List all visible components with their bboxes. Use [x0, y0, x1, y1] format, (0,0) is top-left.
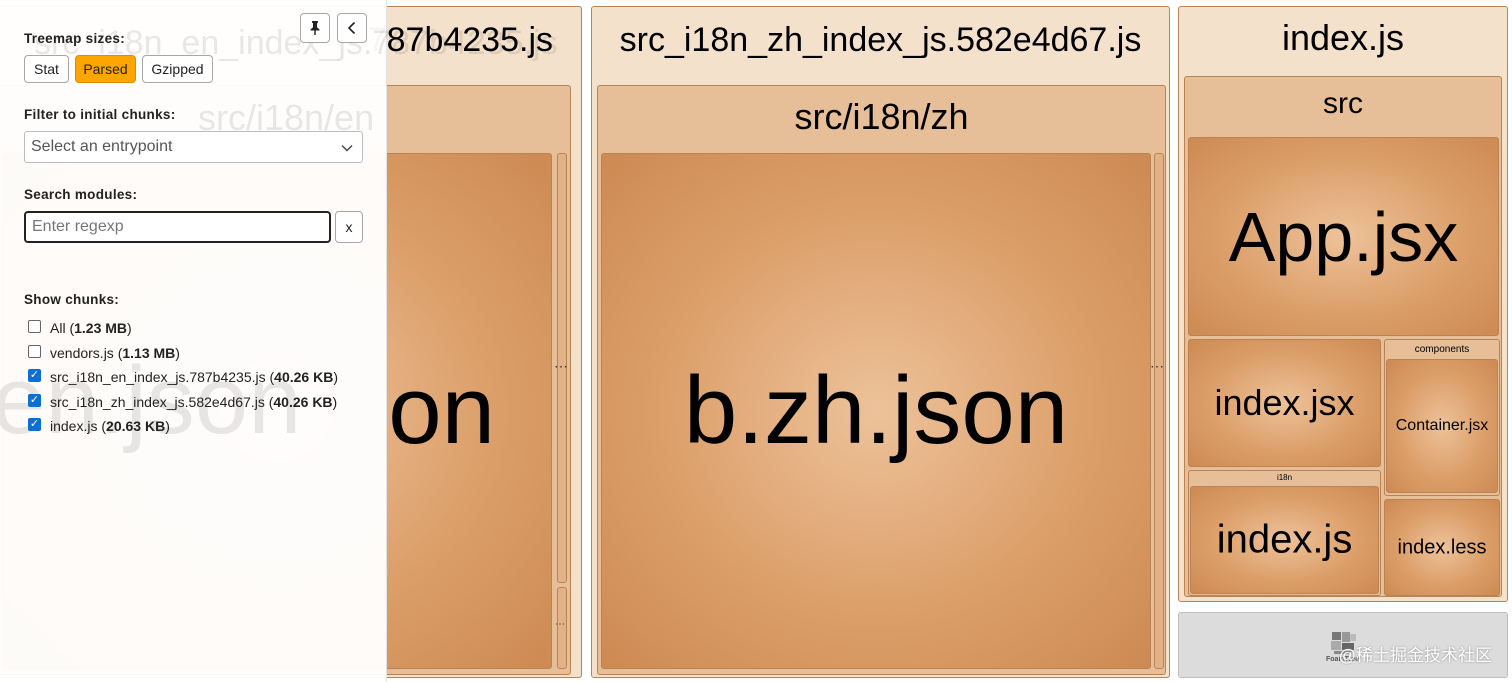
- show-chunks-label: Show chunks:: [24, 292, 120, 307]
- chunk-zh[interactable]: src_i18n_zh_index_js.582e4d67.js src/i18…: [591, 6, 1170, 678]
- folder-i18n[interactable]: i18n index.js: [1188, 470, 1381, 596]
- file-index-jsx-label: index.jsx: [1214, 382, 1355, 423]
- filter-label: Filter to initial chunks:: [24, 107, 176, 122]
- chunk-row-zh[interactable]: ✓ src_i18n_zh_index_js.582e4d67.js (40.2…: [28, 392, 337, 412]
- folder-zh-label: src/i18n/zh: [794, 96, 969, 137]
- checkbox-checked[interactable]: ✓: [28, 368, 41, 382]
- size-gzipped-button[interactable]: Gzipped: [142, 55, 213, 83]
- checkbox-checked[interactable]: ✓: [28, 417, 41, 431]
- sidebar: src_i18n_en_index_js.787b4235.js src/i18…: [0, 0, 558, 682]
- file-index-less-label: index.less: [1397, 536, 1487, 558]
- chunk-name: vendors.js: [50, 345, 114, 361]
- chevron-down-icon: [341, 145, 353, 152]
- chunk-size: 40.26 KB: [273, 394, 333, 410]
- file-app-jsx-label: App.jsx: [1228, 197, 1459, 276]
- more-dots: ⋯: [554, 358, 569, 374]
- small-module[interactable]: [1154, 153, 1164, 669]
- folder-components-label: components: [1414, 344, 1470, 355]
- clear-search-button[interactable]: x: [335, 211, 363, 243]
- watermark-text: @稀土掘金技术社区: [1338, 646, 1492, 665]
- file-container-jsx-label: Container.jsx: [1395, 417, 1489, 434]
- file-app-jsx[interactable]: App.jsx: [1188, 137, 1499, 336]
- file-zh-json-label: b.zh.json: [683, 357, 1069, 464]
- chunk-row-vendors[interactable]: vendors.js (1.13 MB): [28, 343, 180, 363]
- file-container-jsx[interactable]: Container.jsx: [1386, 359, 1498, 493]
- chunk-name: src_i18n_en_index_js.787b4235.js: [50, 369, 266, 385]
- chunk-size: 40.26 KB: [274, 369, 334, 385]
- search-input[interactable]: [24, 211, 331, 243]
- more-dots: ⋯: [555, 619, 566, 630]
- pin-button[interactable]: [300, 13, 330, 43]
- chevron-left-icon: [347, 21, 356, 35]
- folder-zh[interactable]: src/i18n/zh b.zh.json ⋯: [597, 85, 1166, 675]
- chunk-index[interactable]: index.js src App.jsx index.jsx i18n inde…: [1178, 6, 1508, 602]
- file-i18n-index-js-label: index.js: [1216, 517, 1353, 562]
- more-dots: ⋯: [1150, 358, 1165, 374]
- chunk-name: src_i18n_zh_index_js.582e4d67.js: [50, 394, 265, 410]
- chunk-index-title: index.js: [1281, 17, 1405, 58]
- treemap-sizes-label: Treemap sizes:: [24, 31, 126, 46]
- file-i18n-index-js[interactable]: index.js: [1190, 486, 1379, 594]
- folder-src-label: src: [1323, 87, 1363, 120]
- collapse-sidebar-button[interactable]: [337, 13, 367, 43]
- pin-icon: [310, 21, 320, 35]
- size-stat-button[interactable]: Stat: [24, 55, 69, 83]
- entrypoint-select[interactable]: Select an entrypoint: [24, 131, 363, 163]
- chunk-size: 1.23 MB: [74, 320, 128, 336]
- file-index-jsx[interactable]: index.jsx: [1188, 339, 1381, 467]
- chunk-row-index[interactable]: ✓ index.js (20.63 KB): [28, 416, 170, 436]
- folder-src[interactable]: src App.jsx index.jsx i18n index.js comp…: [1184, 76, 1502, 597]
- search-label: Search modules:: [24, 187, 138, 202]
- chunk-row-en[interactable]: ✓ src_i18n_en_index_js.787b4235.js (40.2…: [28, 367, 338, 387]
- file-en-json-label: on: [388, 357, 495, 464]
- file-index-less[interactable]: index.less: [1384, 499, 1500, 596]
- folder-components[interactable]: components Container.jsx: [1384, 339, 1500, 496]
- file-zh-json[interactable]: b.zh.json: [601, 153, 1151, 669]
- checkbox[interactable]: [28, 319, 41, 333]
- chunk-size: 1.13 MB: [122, 345, 176, 361]
- chunk-name: All: [50, 320, 66, 336]
- folder-i18n-label: i18n: [1276, 473, 1293, 482]
- chunk-zh-title: src_i18n_zh_index_js.582e4d67.js: [619, 21, 1142, 59]
- checkbox-checked[interactable]: ✓: [28, 393, 41, 407]
- chunk-row-all[interactable]: All (1.23 MB): [28, 318, 132, 338]
- chunk-size: 20.63 KB: [106, 418, 166, 434]
- size-parsed-button[interactable]: Parsed: [75, 55, 136, 83]
- checkbox[interactable]: [28, 344, 41, 358]
- chunk-name: index.js: [50, 418, 98, 434]
- entrypoint-select-value: Select an entrypoint: [31, 138, 173, 155]
